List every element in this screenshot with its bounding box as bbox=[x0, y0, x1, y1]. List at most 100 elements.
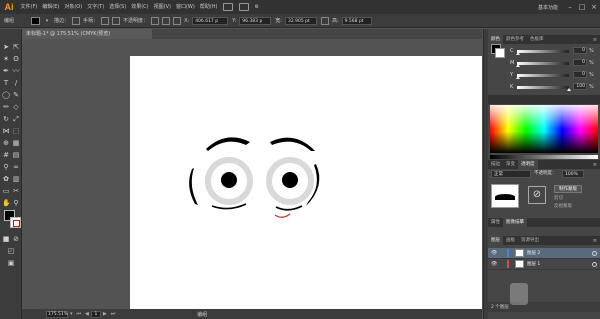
clip-checkbox[interactable]: 剪切 bbox=[554, 195, 563, 202]
tab-image-trace[interactable]: 图像描摹 bbox=[503, 218, 527, 227]
menu-view[interactable]: 视图(V) bbox=[151, 0, 173, 14]
align-icon[interactable] bbox=[162, 16, 171, 25]
blend-mode-select[interactable]: 正常 bbox=[491, 170, 531, 178]
menu-type[interactable]: 文字(T) bbox=[85, 0, 107, 14]
next-artboard-icon[interactable]: ▶ bbox=[103, 311, 107, 317]
chevron-down-icon[interactable]: ▾ bbox=[43, 17, 51, 25]
black-slider[interactable]: K 100 % bbox=[510, 83, 598, 91]
hand-icon[interactable]: ✋ bbox=[2, 199, 11, 207]
close-icon[interactable]: × bbox=[588, 0, 600, 14]
eraser-icon[interactable]: ◇ bbox=[12, 103, 20, 111]
color-stroke-swatch[interactable] bbox=[495, 48, 505, 58]
artboard[interactable] bbox=[130, 56, 482, 309]
blend-icon[interactable]: ∞ bbox=[12, 163, 20, 171]
invert-mask-checkbox[interactable]: 反相蒙版 bbox=[554, 203, 572, 210]
target-icon[interactable] bbox=[592, 261, 597, 267]
tab-transparency[interactable]: 透明度 bbox=[518, 160, 538, 169]
artboard-number-field[interactable]: 1 bbox=[90, 310, 101, 318]
eyes-artwork[interactable] bbox=[130, 56, 482, 309]
color-mode-icon[interactable]: ■ bbox=[2, 235, 10, 243]
magenta-slider[interactable]: M 0 % bbox=[510, 59, 598, 67]
yellow-slider[interactable]: Y 0 % bbox=[510, 71, 598, 79]
opacity-field[interactable]: 100% bbox=[562, 170, 584, 178]
curvature-icon[interactable]: 〰 bbox=[12, 67, 20, 75]
opacity-label[interactable]: 不透明度： bbox=[123, 17, 148, 24]
symbol-sprayer-icon[interactable]: ✿ bbox=[2, 175, 10, 183]
gradient-icon[interactable]: ▤ bbox=[12, 151, 20, 159]
mesh-icon[interactable]: # bbox=[2, 151, 10, 159]
pen-tool-icon[interactable]: ✒ bbox=[2, 67, 10, 75]
target-icon[interactable] bbox=[592, 250, 597, 256]
tab-properties[interactable]: 属性 bbox=[488, 218, 503, 227]
tab-swatch-libraries[interactable]: 色板库 bbox=[527, 35, 547, 44]
workspace-switcher[interactable]: 基本功能 bbox=[538, 4, 558, 11]
artboard-icon[interactable]: ▭ bbox=[2, 187, 10, 195]
height-field[interactable]: 9.568 pt bbox=[341, 16, 372, 25]
previous-artboard-icon[interactable]: ◀ bbox=[85, 311, 89, 317]
transform-icon[interactable] bbox=[173, 16, 182, 25]
lock-toggle[interactable] bbox=[499, 261, 505, 267]
document-tab[interactable]: 未标题-1* @ 175.51% (CMYK/预览) bbox=[22, 29, 152, 39]
menu-select[interactable]: 选择(S) bbox=[107, 0, 129, 14]
x-field[interactable]: 406.617 p bbox=[192, 16, 229, 25]
stroke-label[interactable]: 描边： bbox=[54, 17, 69, 24]
chevron-down-icon[interactable]: ▾ bbox=[70, 311, 73, 317]
type-tool-icon[interactable]: T bbox=[2, 79, 10, 87]
magic-wand-icon[interactable]: ✶ bbox=[2, 55, 10, 63]
tab-layers[interactable]: 图层 bbox=[488, 236, 503, 245]
minimize-icon[interactable]: – bbox=[564, 0, 576, 14]
layer-row[interactable]: 👁 图层 2 bbox=[488, 248, 600, 259]
eye-icon[interactable]: 👁 bbox=[491, 261, 497, 267]
screen-mode-icon[interactable]: ▣ bbox=[7, 259, 15, 267]
none-mode-icon[interactable]: ⊘ bbox=[12, 235, 20, 243]
status-mode[interactable]: 编组 bbox=[197, 311, 207, 318]
tab-asset-export[interactable]: 资源导出 bbox=[518, 236, 542, 245]
black-white-ramp[interactable] bbox=[490, 155, 598, 159]
gpu-performance-icon[interactable]: ⚙ bbox=[252, 0, 261, 14]
color-spectrum[interactable] bbox=[490, 105, 598, 153]
recolor-icon[interactable] bbox=[151, 16, 160, 25]
layer-name[interactable]: 图层 1 bbox=[527, 261, 540, 267]
eyedropper-icon[interactable]: ⚲ bbox=[2, 163, 10, 171]
panel-menu-icon[interactable]: ≡ bbox=[593, 162, 600, 168]
lasso-icon[interactable]: ʘ bbox=[12, 55, 20, 63]
make-mask-button[interactable]: 制作蒙版 bbox=[554, 185, 582, 193]
tab-stroke[interactable]: 描边 bbox=[488, 160, 503, 169]
y-field[interactable]: 96.383 p bbox=[239, 16, 272, 25]
menu-edit[interactable]: 编辑(E) bbox=[40, 0, 62, 14]
link-icon[interactable] bbox=[320, 16, 329, 25]
rotate-icon[interactable]: ↻ bbox=[2, 115, 10, 123]
bridge-icon[interactable] bbox=[223, 3, 233, 11]
graph-icon[interactable]: ▥ bbox=[12, 175, 20, 183]
tab-artboards[interactable]: 画板 bbox=[503, 236, 518, 245]
scale-icon[interactable]: ⤢ bbox=[12, 115, 20, 123]
paintbrush-icon[interactable]: ✎ bbox=[12, 91, 20, 99]
style-icon[interactable] bbox=[112, 16, 121, 25]
first-artboard-icon[interactable]: ⏮ bbox=[77, 311, 82, 317]
fill-color-control[interactable] bbox=[31, 16, 41, 25]
menu-effect[interactable]: 效果(C) bbox=[129, 0, 151, 14]
canvas-area[interactable] bbox=[22, 39, 482, 309]
lock-toggle[interactable] bbox=[499, 250, 505, 256]
stroke-swatch[interactable] bbox=[10, 217, 21, 228]
menu-object[interactable]: 对象(O) bbox=[62, 0, 85, 14]
zoom-field[interactable]: 175.51% bbox=[46, 310, 68, 318]
drawing-mode-icon[interactable]: ◰ bbox=[7, 247, 15, 255]
width-tool-icon[interactable]: ⋈ bbox=[2, 127, 10, 135]
maximize-icon[interactable]: □ bbox=[576, 0, 588, 14]
cyan-slider[interactable]: C 0 % bbox=[510, 47, 598, 55]
stroke-weight-icon[interactable] bbox=[72, 16, 81, 25]
last-artboard-icon[interactable]: ⏭ bbox=[111, 311, 116, 317]
line-tool-icon[interactable]: / bbox=[12, 79, 20, 87]
tab-color-guide[interactable]: 颜色参考 bbox=[503, 35, 527, 44]
brush-icon[interactable] bbox=[101, 16, 110, 25]
perspective-grid-icon[interactable]: ▦ bbox=[12, 139, 20, 147]
arrange-documents-icon[interactable] bbox=[239, 3, 249, 11]
free-transform-icon[interactable]: ⬚ bbox=[12, 127, 20, 135]
menu-window[interactable]: 窗口(W) bbox=[173, 0, 197, 14]
slice-icon[interactable]: ✂ bbox=[12, 187, 20, 195]
eye-icon[interactable]: 👁 bbox=[491, 250, 497, 256]
width-profile-label[interactable]: 手柄： bbox=[83, 17, 98, 24]
panel-menu-icon[interactable]: ≡ bbox=[593, 37, 600, 43]
zoom-icon[interactable]: ⚲ bbox=[12, 199, 20, 207]
